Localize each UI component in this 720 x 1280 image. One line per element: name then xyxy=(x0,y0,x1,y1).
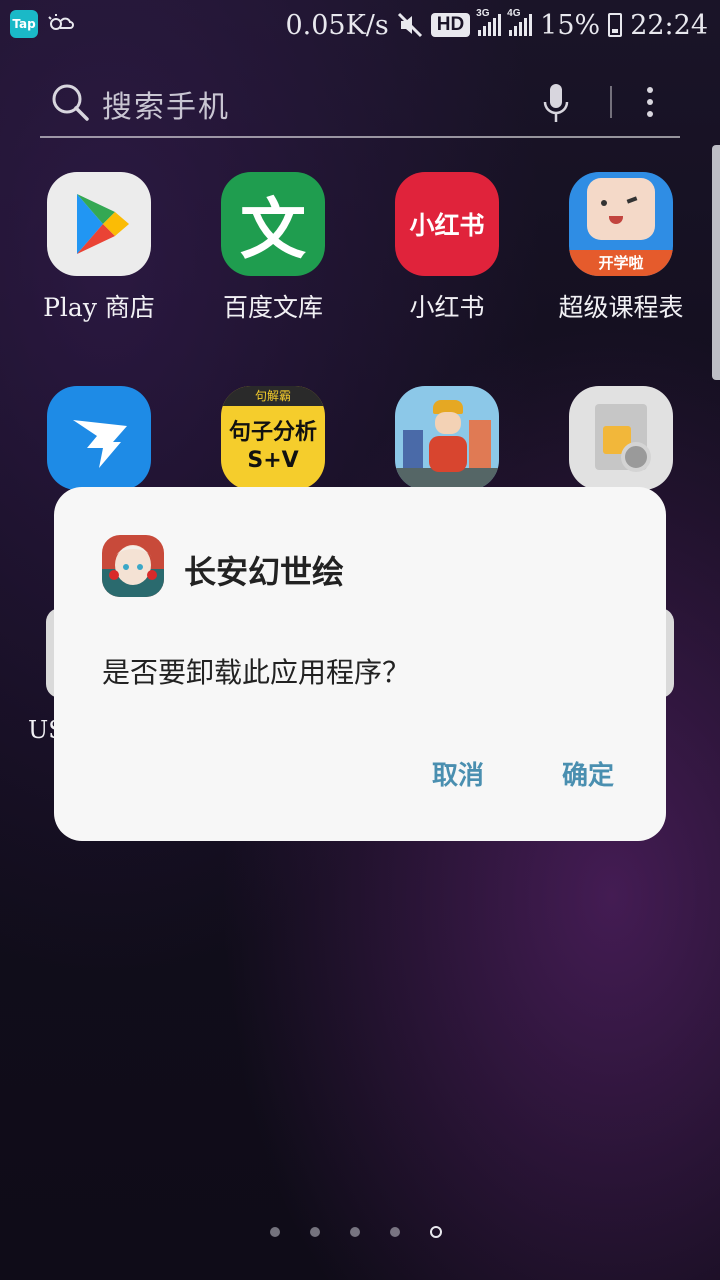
app-play-store[interactable]: Play 商店 xyxy=(12,172,186,324)
changan-app-icon xyxy=(102,535,164,597)
delivery-icon xyxy=(395,386,499,490)
super-schedule-icon: 开学啦 xyxy=(569,172,673,276)
search-bar[interactable]: 搜索手机 xyxy=(40,72,680,138)
app-label: 百度文库 xyxy=(222,293,323,322)
app-xiaohongshu[interactable]: 小红书 小红书 xyxy=(360,172,534,324)
search-icon xyxy=(52,84,89,121)
search-input[interactable]: 搜索手机 xyxy=(102,82,230,126)
app-super-schedule[interactable]: 开学啦 超级课程表 xyxy=(534,172,708,324)
app-juzi-fenxi[interactable]: 句解霸 句子分析 S+V xyxy=(186,386,360,490)
battery-icon xyxy=(608,13,623,37)
page-dot[interactable] xyxy=(270,1227,280,1237)
tap-app-icon: Tap xyxy=(10,10,38,38)
signal-4g-icon: 4G xyxy=(507,8,533,36)
status-bar: Tap 0.05K/s HD 3G 4G 15% 22:24 xyxy=(0,0,720,50)
hd-badge: HD xyxy=(430,13,471,37)
search-divider xyxy=(610,86,612,118)
confirm-button[interactable]: 确定 xyxy=(562,755,614,792)
battery-percent: 15% xyxy=(540,9,601,41)
xiaohongshu-icon: 小红书 xyxy=(395,172,499,276)
app-dingtalk[interactable] xyxy=(12,386,186,490)
juzi-fenxi-icon: 句解霸 句子分析 S+V xyxy=(221,386,325,490)
mute-icon xyxy=(397,12,422,38)
clock: 22:24 xyxy=(630,9,708,41)
dialog-message: 是否要卸载此应用程序？ xyxy=(102,656,411,689)
app-delivery[interactable] xyxy=(360,386,534,490)
dingtalk-icon xyxy=(47,386,151,490)
page-dot[interactable] xyxy=(310,1227,320,1237)
app-sim-toolkit[interactable] xyxy=(534,386,708,490)
signal-3g-icon: 3G xyxy=(476,8,502,36)
microphone-icon[interactable] xyxy=(540,82,572,126)
scroll-indicator[interactable] xyxy=(712,145,720,380)
dialog-title: 长安幻世绘 xyxy=(184,553,345,591)
play-store-icon xyxy=(47,172,151,276)
app-label: Play 商店 xyxy=(43,293,155,322)
app-label: 超级课程表 xyxy=(558,293,684,322)
network-speed: 0.05K/s xyxy=(285,9,389,41)
page-dot[interactable] xyxy=(350,1227,360,1237)
cancel-button[interactable]: 取消 xyxy=(432,755,484,792)
sim-toolkit-icon xyxy=(569,386,673,490)
more-vertical-icon[interactable] xyxy=(640,82,660,122)
weather-icon xyxy=(48,14,74,30)
uninstall-dialog: 长安幻世绘 是否要卸载此应用程序？ 取消 确定 xyxy=(54,487,666,841)
page-dot-active[interactable] xyxy=(430,1226,442,1238)
app-label: 小红书 xyxy=(409,293,485,322)
page-indicator xyxy=(270,1222,460,1242)
baidu-wenku-icon: 文 xyxy=(221,172,325,276)
app-baidu-wenku[interactable]: 文 百度文库 xyxy=(186,172,360,324)
page-dot[interactable] xyxy=(390,1227,400,1237)
